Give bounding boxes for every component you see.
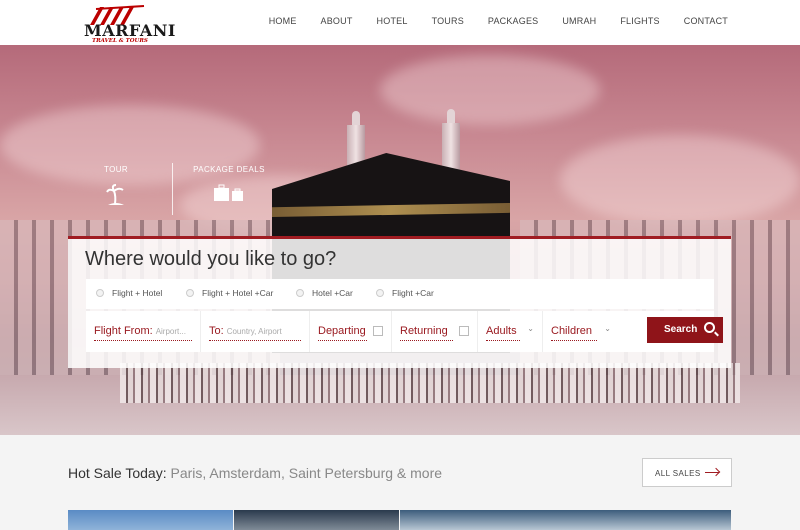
deal-thumbnail[interactable] bbox=[234, 510, 399, 530]
tab-divider bbox=[172, 163, 173, 215]
option-hotel-car[interactable]: Hotel +Car bbox=[296, 288, 353, 298]
trip-type-options: Flight + Hotel Flight + Hotel +Car Hotel… bbox=[86, 279, 714, 309]
nav-tours[interactable]: TOURS bbox=[432, 16, 464, 26]
flight-from-label: Flight From: bbox=[94, 325, 153, 337]
arrow-right-icon bbox=[705, 472, 719, 473]
hot-sale-lead: Hot Sale Today: bbox=[68, 465, 167, 481]
option-flight-hotel[interactable]: Flight + Hotel bbox=[96, 288, 162, 298]
option-label: Hotel +Car bbox=[312, 288, 353, 298]
nav-flights[interactable]: FLIGHTS bbox=[620, 16, 659, 26]
tab-tour-label: TOUR bbox=[103, 165, 129, 174]
flight-from-placeholder: Airport... bbox=[155, 327, 186, 336]
nav-umrah[interactable]: UMRAH bbox=[562, 16, 596, 26]
search-title: Where would you like to go? bbox=[85, 248, 337, 270]
cloud bbox=[380, 55, 600, 125]
returning-field[interactable]: Returning bbox=[392, 311, 478, 352]
returning-label: Returning bbox=[400, 325, 448, 337]
flight-from-field[interactable]: Flight From: Airport... bbox=[86, 311, 201, 352]
luggage-icon bbox=[190, 184, 268, 207]
to-field[interactable]: To: Country, Airport bbox=[201, 311, 310, 352]
adults-select[interactable]: Adults ⌄ bbox=[478, 311, 543, 352]
hot-sale-text: Hot Sale Today: Paris, Amsterdam, Saint … bbox=[68, 465, 442, 481]
nav-contact[interactable]: CONTACT bbox=[684, 16, 728, 26]
radio-dot[interactable] bbox=[296, 289, 304, 297]
option-label: Flight + Hotel bbox=[112, 288, 163, 298]
option-flight-hotel-car[interactable]: Flight + Hotel +Car bbox=[186, 288, 273, 298]
chevron-down-icon: ⌄ bbox=[604, 324, 611, 333]
chevron-down-icon: ⌄ bbox=[527, 324, 534, 333]
radio-dot[interactable] bbox=[96, 289, 104, 297]
search-button-label: Search bbox=[664, 324, 698, 335]
cloud bbox=[560, 135, 800, 225]
hot-sale-places: Paris, Amsterdam, Saint Petersburg & mor… bbox=[170, 465, 443, 481]
deal-thumbnail[interactable] bbox=[400, 510, 731, 530]
palm-tree-icon bbox=[96, 184, 136, 211]
calendar-icon[interactable] bbox=[373, 326, 383, 336]
option-label: Flight +Car bbox=[392, 288, 434, 298]
deal-thumbnail[interactable] bbox=[68, 510, 233, 530]
radio-dot[interactable] bbox=[186, 289, 194, 297]
main-nav: HOME ABOUT HOTEL TOURS PACKAGES UMRAH FL… bbox=[245, 16, 728, 26]
nav-about[interactable]: ABOUT bbox=[321, 16, 353, 26]
to-placeholder: Country, Airport bbox=[226, 327, 282, 336]
search-panel: Where would you like to go? Flight + Hot… bbox=[68, 236, 731, 368]
brand-tagline: TRAVEL & TOURS bbox=[92, 38, 148, 44]
search-icon bbox=[704, 322, 715, 333]
hot-sale-section: Hot Sale Today: Paris, Amsterdam, Saint … bbox=[0, 435, 800, 530]
logo[interactable]: MARFANI TRAVEL & TOURS bbox=[84, 5, 175, 44]
children-label: Children bbox=[551, 325, 592, 337]
to-label: To: bbox=[209, 325, 224, 337]
adults-label: Adults bbox=[486, 325, 517, 337]
radio-dot[interactable] bbox=[376, 289, 384, 297]
tab-package-deals[interactable]: PACKAGE DEALS bbox=[190, 165, 268, 207]
all-sales-button[interactable]: ALL SALES bbox=[642, 458, 732, 487]
tab-package-deals-label: PACKAGE DEALS bbox=[193, 165, 265, 174]
nav-packages[interactable]: PACKAGES bbox=[488, 16, 538, 26]
search-fields: Flight From: Airport... To: Country, Airpo… bbox=[86, 311, 723, 352]
departing-label: Departing bbox=[318, 325, 366, 337]
nav-hotel[interactable]: HOTEL bbox=[377, 16, 408, 26]
tab-tour[interactable]: TOUR bbox=[96, 165, 136, 211]
departing-field[interactable]: Departing bbox=[310, 311, 392, 352]
site-header: MARFANI TRAVEL & TOURS HOME ABOUT HOTEL … bbox=[0, 0, 800, 45]
calendar-icon[interactable] bbox=[459, 326, 469, 336]
option-flight-car[interactable]: Flight +Car bbox=[376, 288, 434, 298]
option-label: Flight + Hotel +Car bbox=[202, 288, 274, 298]
all-sales-label: ALL SALES bbox=[655, 469, 701, 478]
children-select[interactable]: Children ⌄ bbox=[543, 311, 619, 352]
search-button[interactable]: Search bbox=[647, 317, 723, 343]
crowd bbox=[120, 363, 740, 403]
nav-home[interactable]: HOME bbox=[269, 16, 297, 26]
